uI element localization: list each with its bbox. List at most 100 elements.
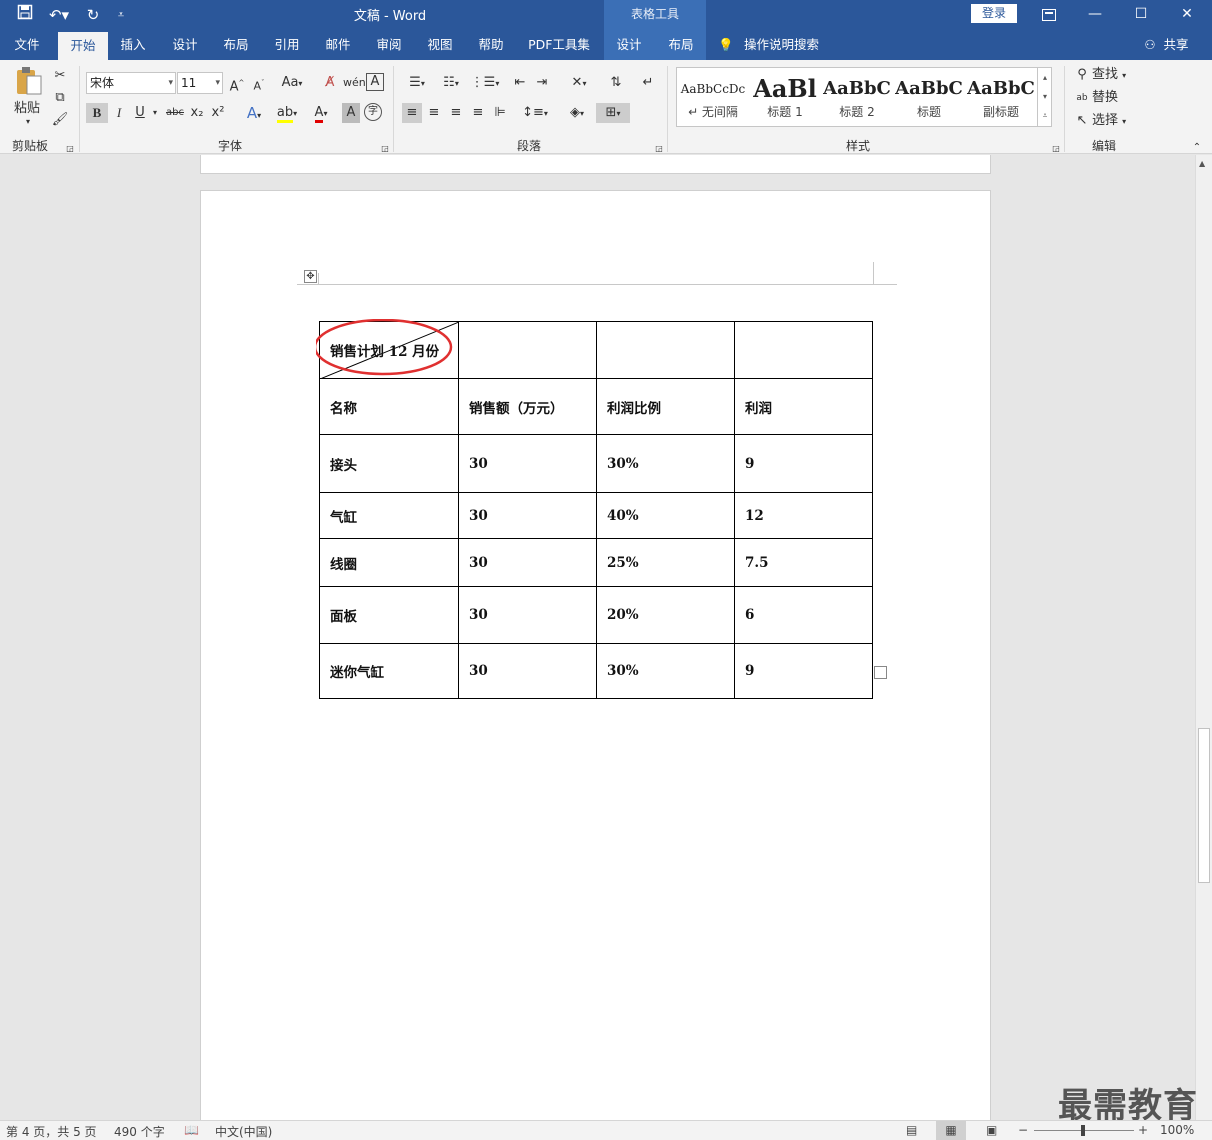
table-cell[interactable]: 30% [596,434,735,493]
scroll-thumb[interactable] [1198,728,1210,883]
phonetic-guide-icon[interactable]: wén [343,73,366,93]
table-cell[interactable]: 30 [458,434,597,493]
table-cell[interactable]: 12 [734,492,873,539]
styles-scroll-down-icon[interactable]: ▾ [1038,87,1052,106]
character-shading-icon[interactable]: A [342,103,360,123]
table-cell[interactable]: 面板 [319,586,459,644]
style-heading-2[interactable]: AaBbC 标题 2 [821,68,893,126]
table-cell[interactable]: 气缸 [319,492,459,539]
font-size-select[interactable]: 11 ▾ [177,72,223,94]
line-spacing-icon[interactable]: ↕≡▾ [520,103,550,123]
table-cell[interactable]: 30 [458,586,597,644]
table-cell[interactable]: 30 [458,538,597,587]
zoom-out-icon[interactable]: − [1018,1123,1028,1137]
style-subtitle[interactable]: AaBbC 副标题 [965,68,1037,126]
table-cell[interactable] [458,321,597,379]
tab-references[interactable]: 引用 [266,30,308,60]
table-cell[interactable]: 25% [596,538,735,587]
styles-more-icon[interactable]: ⩡ [1038,106,1052,125]
underline-dropdown-icon[interactable]: ▾ [150,103,160,123]
font-name-select[interactable]: 宋体 ▾ [86,72,176,94]
page-count[interactable]: 第 4 页，共 5 页 [6,1123,97,1140]
language-status[interactable]: 中文(中国) [215,1123,272,1140]
tab-insert[interactable]: 插入 [112,30,154,60]
sales-table[interactable]: 销售计划 12 月份 名称 销售额（万元） 利润比例 利润 接头 30 30% … [316,319,873,699]
increase-indent-icon[interactable]: ⇥ [532,73,552,93]
replace-button[interactable]: 替换 [1092,88,1132,108]
align-center-icon[interactable]: ≡ [424,103,444,123]
font-color-icon[interactable]: A▾ [306,103,336,123]
column-header-sales[interactable]: 销售额（万元） [458,378,597,435]
style-title[interactable]: AaBbC 标题 [893,68,965,126]
show-marks-icon[interactable]: ↵ [638,73,658,93]
text-effects-icon[interactable]: A▾ [240,103,268,123]
subscript-button[interactable]: x₂ [188,103,206,123]
table-cell[interactable]: 20% [596,586,735,644]
zoom-level[interactable]: 100% [1160,1123,1194,1137]
find-button[interactable]: 查找 ▾ [1092,65,1132,85]
minimize-icon[interactable]: — [1072,0,1118,30]
style-no-spacing[interactable]: AaBbCcDc ↵ 无间隔 [677,68,749,126]
vertical-scrollbar[interactable]: ▲ [1195,155,1212,1120]
tab-review[interactable]: 审阅 [368,30,410,60]
zoom-slider-thumb[interactable] [1081,1125,1085,1136]
select-icon[interactable]: ↖ [1074,111,1090,131]
numbering-icon[interactable]: ☷▾ [436,73,466,93]
tab-file[interactable]: 文件 [6,30,48,60]
table-cell[interactable]: 9 [734,643,873,699]
table-cell[interactable]: 30% [596,643,735,699]
print-layout-icon[interactable]: ▦ [936,1121,966,1140]
copy-icon[interactable]: ⧉ [50,88,70,108]
tab-layout[interactable]: 布局 [215,30,257,60]
table-cell[interactable]: 迷你气缸 [319,643,459,699]
proofing-icon[interactable]: 📖 [184,1123,199,1137]
shading-icon[interactable]: ◈▾ [562,103,592,123]
maximize-icon[interactable]: ☐ [1118,0,1164,30]
tab-table-layout[interactable]: 布局 [660,30,702,60]
table-cell[interactable]: 9 [734,434,873,493]
enclose-characters-icon[interactable]: 字 [364,103,382,121]
table-move-handle-icon[interactable]: ✥ [304,270,317,283]
justify-icon[interactable]: ≡ [468,103,488,123]
ribbon-display-icon[interactable] [1026,0,1072,30]
chinese-layout-icon[interactable]: ✕▾ [564,73,594,93]
find-icon[interactable]: ⚲ [1074,65,1090,85]
table-cell[interactable]: 接头 [319,434,459,493]
decrease-indent-icon[interactable]: ⇤ [510,73,530,93]
tab-mailings[interactable]: 邮件 [317,30,359,60]
column-header-name[interactable]: 名称 [319,378,459,435]
highlight-color-icon[interactable]: ab▾ [272,103,302,123]
character-border-icon[interactable]: A [366,73,384,91]
clear-formatting-icon[interactable]: A̸ [320,73,340,93]
tab-view[interactable]: 视图 [419,30,461,60]
select-button[interactable]: 选择 ▾ [1092,111,1132,131]
replace-icon[interactable]: ab [1074,88,1090,108]
italic-button[interactable]: I [110,103,128,123]
superscript-button[interactable]: x² [209,103,227,123]
sort-icon[interactable]: ⇅ [606,73,626,93]
multilevel-list-icon[interactable]: ⋮☰▾ [470,73,500,93]
table-cell[interactable]: 7.5 [734,538,873,587]
login-button[interactable]: 登录 [971,4,1017,23]
borders-icon[interactable]: ⊞▾ [596,103,630,123]
change-case-button[interactable]: Aa▾ [278,73,306,93]
share-button[interactable]: 共享 [1160,30,1192,60]
tab-pdf-tools[interactable]: PDF工具集 [522,30,596,60]
paste-dropdown-icon[interactable]: ▾ [22,112,34,132]
distributed-icon[interactable]: ⊫ [490,103,510,123]
tell-me-search[interactable]: 操作说明搜索 [744,30,824,60]
table-cell[interactable]: 30 [458,492,597,539]
table-cell[interactable]: 线圈 [319,538,459,587]
tab-help[interactable]: 帮助 [470,30,512,60]
table-cell[interactable]: 30 [458,643,597,699]
strikethrough-button[interactable]: abc [163,103,187,123]
align-left-icon[interactable]: ≡ [402,103,422,123]
table-resize-handle-icon[interactable] [874,666,887,679]
table-cell[interactable] [734,321,873,379]
zoom-in-icon[interactable]: + [1138,1123,1148,1137]
bullets-icon[interactable]: ☰▾ [402,73,432,93]
scroll-up-icon[interactable]: ▲ [1199,159,1205,168]
style-heading-1[interactable]: AaBl 标题 1 [749,68,821,126]
bold-button[interactable]: B [86,103,108,123]
tab-design[interactable]: 设计 [164,30,206,60]
